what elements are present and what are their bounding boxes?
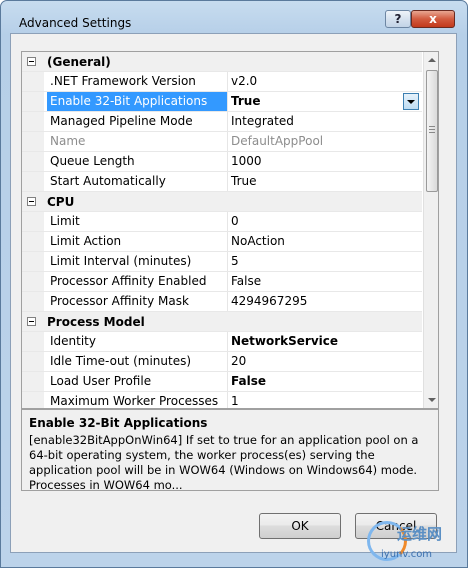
collapse-icon[interactable] bbox=[27, 317, 36, 326]
grid-property-row[interactable]: Start Automatically True bbox=[22, 172, 422, 192]
property-name[interactable]: Identity bbox=[47, 332, 227, 351]
watermark-text: 运维网 bbox=[397, 525, 443, 543]
property-value[interactable]: 1000 bbox=[228, 152, 422, 171]
dropdown-arrow-icon[interactable] bbox=[403, 93, 419, 110]
grid-property-row[interactable]: Managed Pipeline Mode Integrated bbox=[22, 112, 422, 132]
property-value[interactable]: 5 bbox=[228, 252, 422, 271]
property-value[interactable]: DefaultAppPool bbox=[228, 132, 422, 151]
property-name[interactable]: Limit Interval (minutes) bbox=[47, 252, 227, 271]
property-value[interactable]: False bbox=[228, 372, 422, 391]
description-text: [enable32BitAppOnWin64] If set to true f… bbox=[29, 433, 419, 492]
property-value[interactable]: 0 bbox=[228, 212, 422, 231]
property-value[interactable]: NetworkService bbox=[228, 332, 422, 351]
property-value[interactable]: 4294967295 bbox=[228, 292, 422, 311]
property-name[interactable]: Limit bbox=[47, 212, 227, 231]
property-value[interactable]: Integrated bbox=[228, 112, 422, 131]
grid-property-row[interactable]: Processor Affinity Mask 4294967295 bbox=[22, 292, 422, 312]
property-name[interactable]: Processor Affinity Enabled bbox=[47, 272, 227, 291]
grid-property-row[interactable]: Queue Length 1000 bbox=[22, 152, 422, 172]
watermark-url: iyunv.com bbox=[381, 549, 433, 560]
grip-line bbox=[429, 132, 435, 133]
description-panel: Enable 32-Bit Applications [enable32BitA… bbox=[21, 409, 439, 492]
property-name[interactable]: Maximum Worker Processes bbox=[47, 392, 227, 408]
grid-property-row[interactable]: Identity NetworkService bbox=[22, 332, 422, 352]
grid-property-row[interactable]: Name DefaultAppPool bbox=[22, 132, 422, 152]
grid-property-row[interactable]: Load User Profile False bbox=[22, 372, 422, 392]
grid-property-row[interactable]: Maximum Worker Processes 1 bbox=[22, 392, 422, 408]
grid-category-row[interactable]: CPU bbox=[22, 192, 422, 212]
property-value[interactable]: v2.0 bbox=[228, 72, 422, 91]
title-bar[interactable]: Advanced Settings ? x bbox=[1, 1, 467, 33]
property-name[interactable]: .NET Framework Version bbox=[47, 72, 227, 91]
property-value[interactable]: 20 bbox=[228, 352, 422, 371]
property-name[interactable]: Processor Affinity Mask bbox=[47, 292, 227, 311]
window-title: Advanced Settings bbox=[19, 16, 132, 30]
property-name[interactable]: Managed Pipeline Mode bbox=[47, 112, 227, 131]
property-rows: (General) .NET Framework Version v2.0 Enabl… bbox=[22, 52, 422, 408]
grid-property-row[interactable]: Limit Interval (minutes) 5 bbox=[22, 252, 422, 272]
property-name[interactable]: Enable 32-Bit Applications bbox=[47, 92, 227, 111]
grid-property-row[interactable]: .NET Framework Version v2.0 bbox=[22, 72, 422, 92]
grid-property-row[interactable]: Limit Action NoAction bbox=[22, 232, 422, 252]
property-name[interactable]: Queue Length bbox=[47, 152, 227, 171]
property-name[interactable]: Name bbox=[47, 132, 227, 151]
property-grid: (General) .NET Framework Version v2.0 Enabl… bbox=[21, 51, 439, 409]
grip-line bbox=[429, 126, 435, 127]
scroll-up-arrow-icon[interactable] bbox=[428, 58, 436, 62]
vertical-scrollbar[interactable] bbox=[423, 52, 438, 408]
collapse-icon[interactable] bbox=[27, 197, 36, 206]
property-value[interactable]: False bbox=[228, 272, 422, 291]
category-label: (General) bbox=[47, 55, 111, 69]
property-value[interactable]: 1 bbox=[228, 392, 422, 408]
category-label: CPU bbox=[47, 195, 75, 209]
property-name[interactable]: Idle Time-out (minutes) bbox=[47, 352, 227, 371]
property-name[interactable]: Limit Action bbox=[47, 232, 227, 251]
grid-property-row[interactable]: Enable 32-Bit Applications True bbox=[22, 92, 422, 112]
watermark-logo: 运维网 iyunv.com bbox=[367, 519, 465, 565]
grid-property-row[interactable]: Limit 0 bbox=[22, 212, 422, 232]
scroll-down-arrow-icon[interactable] bbox=[428, 398, 436, 402]
property-name[interactable]: Load User Profile bbox=[47, 372, 227, 391]
property-value[interactable]: NoAction bbox=[228, 232, 422, 251]
property-value[interactable]: True bbox=[228, 172, 422, 191]
collapse-icon[interactable] bbox=[27, 57, 36, 66]
scrollbar-thumb[interactable] bbox=[426, 70, 438, 192]
property-value[interactable]: True bbox=[228, 92, 422, 111]
dialog-window: Advanced Settings ? x (General) .NET Fram… bbox=[0, 0, 468, 568]
help-button[interactable]: ? bbox=[385, 10, 411, 28]
ok-button[interactable]: OK bbox=[259, 513, 341, 539]
close-button[interactable]: x bbox=[411, 10, 455, 28]
grip-line bbox=[429, 129, 435, 130]
property-name[interactable]: Start Automatically bbox=[47, 172, 227, 191]
grid-property-row[interactable]: Processor Affinity Enabled False bbox=[22, 272, 422, 292]
description-title: Enable 32-Bit Applications bbox=[29, 416, 208, 430]
grid-property-row[interactable]: Idle Time-out (minutes) 20 bbox=[22, 352, 422, 372]
grid-category-row[interactable]: (General) bbox=[22, 52, 422, 72]
grid-category-row[interactable]: Process Model bbox=[22, 312, 422, 332]
category-label: Process Model bbox=[47, 315, 145, 329]
